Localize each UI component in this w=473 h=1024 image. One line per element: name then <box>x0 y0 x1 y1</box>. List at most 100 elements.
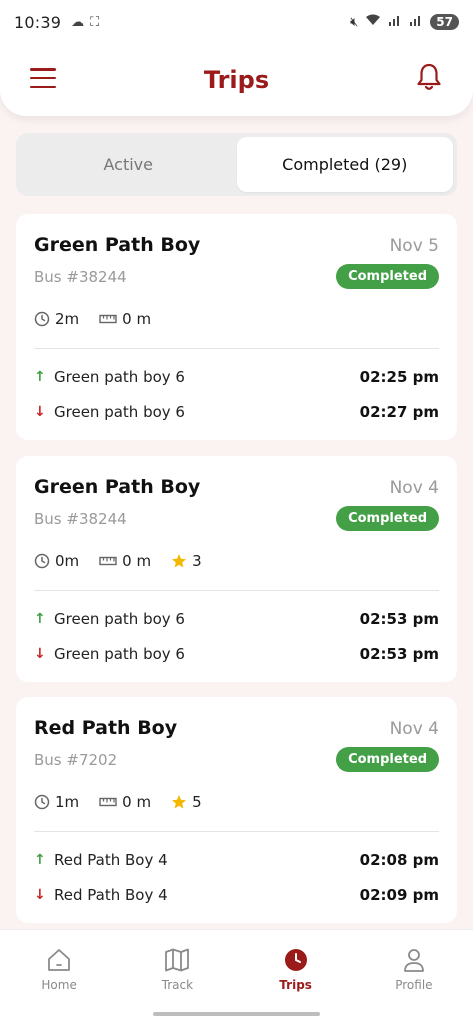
drop-time: 02:27 pm <box>359 403 439 421</box>
ruler-icon <box>99 797 117 807</box>
pickup-stop: ↑ Green path boy 6 02:25 pm <box>34 368 439 386</box>
tab-completed[interactable]: Completed (29) <box>236 137 453 192</box>
clock-icon <box>284 949 307 971</box>
rating-stat: 3 <box>171 552 202 570</box>
wifi-icon <box>365 14 381 30</box>
star-icon <box>172 554 187 568</box>
pickup-stop-name: Red Path Boy 4 <box>54 851 168 869</box>
pickup-stop: ↑ Green path boy 6 02:53 pm <box>34 610 439 628</box>
clock-icon <box>34 794 50 810</box>
ruler-icon <box>99 314 117 324</box>
rating-value: 5 <box>192 793 202 811</box>
status-time: 10:39 <box>14 12 62 32</box>
trip-route-name: Red Path Boy <box>34 717 178 739</box>
trip-stats: 1m 0 m 5 <box>34 793 222 811</box>
trip-route-name: Green Path Boy <box>34 476 201 498</box>
page-title: Trips <box>203 66 270 94</box>
trip-card[interactable]: Red Path Boy Nov 4 Bus #7202 Completed 1… <box>16 697 457 923</box>
status-badge: Completed <box>336 264 439 289</box>
user-icon <box>403 949 424 972</box>
menu-icon <box>30 68 56 71</box>
signal-icon <box>388 14 402 30</box>
distance-value: 0 m <box>122 793 152 811</box>
drop-stop-name: Green path boy 6 <box>54 403 185 421</box>
drop-stop-name: Red Path Boy 4 <box>54 886 168 904</box>
arrow-down-icon: ↓ <box>34 887 46 903</box>
pickup-stop-name: Green path boy 6 <box>54 368 185 386</box>
clock-icon <box>34 311 50 327</box>
nav-profile[interactable]: Profile <box>355 930 473 1024</box>
nav-home[interactable]: Home <box>0 930 118 1024</box>
trip-status-tabs: Active Completed (29) <box>16 133 457 196</box>
trip-stats: 2m 0 m <box>34 310 171 328</box>
ruler-icon <box>99 556 117 566</box>
divider <box>34 590 439 591</box>
drop-stop-name: Green path boy 6 <box>54 645 185 663</box>
nav-profile-label: Profile <box>395 978 433 992</box>
pickup-time: 02:25 pm <box>359 368 439 386</box>
duration-value: 0m <box>55 552 80 570</box>
battery-level: 57 <box>430 14 459 30</box>
tab-active[interactable]: Active <box>20 137 237 192</box>
nav-home-label: Home <box>41 978 77 992</box>
drop-stop: ↓ Green path boy 6 02:27 pm <box>34 403 439 421</box>
bus-number: Bus #7202 <box>34 751 118 769</box>
pickup-stop: ↑ Red Path Boy 4 02:08 pm <box>34 851 439 869</box>
distance-value: 0 m <box>122 552 152 570</box>
arrow-up-icon: ↑ <box>34 611 46 627</box>
arrow-down-icon: ↓ <box>34 646 46 662</box>
clock-icon <box>34 553 50 569</box>
map-icon <box>165 948 190 972</box>
duration-stat: 1m <box>34 793 79 811</box>
notifications-button[interactable] <box>415 62 443 92</box>
duration-stat: 0m <box>34 552 79 570</box>
drop-time: 02:09 pm <box>359 886 439 904</box>
trip-card[interactable]: Green Path Boy Nov 4 Bus #38244 Complete… <box>16 456 457 682</box>
distance-stat: 0 m <box>99 793 151 811</box>
distance-stat: 0 m <box>99 310 151 328</box>
divider <box>34 831 439 832</box>
drop-time: 02:53 pm <box>359 645 439 663</box>
arrow-down-icon: ↓ <box>34 404 46 420</box>
status-badge: Completed <box>336 747 439 772</box>
trip-stats: 0m 0 m 3 <box>34 552 222 570</box>
rating-stat: 5 <box>171 793 202 811</box>
rating-value: 3 <box>192 552 202 570</box>
trip-card[interactable]: Green Path Boy Nov 5 Bus #38244 Complete… <box>16 214 457 440</box>
pickup-stop-name: Green path boy 6 <box>54 610 185 628</box>
home-icon <box>48 949 71 971</box>
pickup-time: 02:08 pm <box>359 851 439 869</box>
app-header: Trips <box>0 44 473 116</box>
duration-value: 2m <box>55 310 80 328</box>
nav-trips-label: Trips <box>279 978 312 992</box>
pickup-time: 02:53 pm <box>359 610 439 628</box>
status-badge: Completed <box>336 506 439 531</box>
trip-date: Nov 5 <box>389 236 439 256</box>
drop-stop: ↓ Red Path Boy 4 02:09 pm <box>34 886 439 904</box>
bus-number: Bus #38244 <box>34 268 127 286</box>
mute-icon: 🔇︎ <box>350 14 359 30</box>
status-icons: 🔇︎ 57 <box>350 14 459 30</box>
star-icon <box>172 795 187 809</box>
trip-date: Nov 4 <box>389 478 439 498</box>
weather-icon: ☁ <box>71 14 85 30</box>
home-indicator[interactable] <box>153 1012 320 1016</box>
signal-icon-2 <box>409 14 423 30</box>
nav-trips[interactable]: Trips <box>237 930 355 1024</box>
divider <box>34 348 439 349</box>
arrow-up-icon: ↑ <box>34 852 46 868</box>
trip-route-name: Green Path Boy <box>34 234 201 256</box>
duration-stat: 2m <box>34 310 79 328</box>
nav-track[interactable]: Track <box>118 930 236 1024</box>
menu-button[interactable] <box>30 68 56 88</box>
screenshot-icon: ⛶ <box>90 14 100 30</box>
drop-stop: ↓ Green path boy 6 02:53 pm <box>34 645 439 663</box>
distance-stat: 0 m <box>99 552 151 570</box>
bus-number: Bus #38244 <box>34 510 127 528</box>
nav-track-label: Track <box>161 978 194 992</box>
bottom-nav: Home Track Trips Profile <box>0 929 473 1024</box>
arrow-up-icon: ↑ <box>34 369 46 385</box>
duration-value: 1m <box>55 793 80 811</box>
status-bar: 10:39 ☁ ⛶ 🔇︎ 57 <box>0 0 473 44</box>
distance-value: 0 m <box>122 310 152 328</box>
